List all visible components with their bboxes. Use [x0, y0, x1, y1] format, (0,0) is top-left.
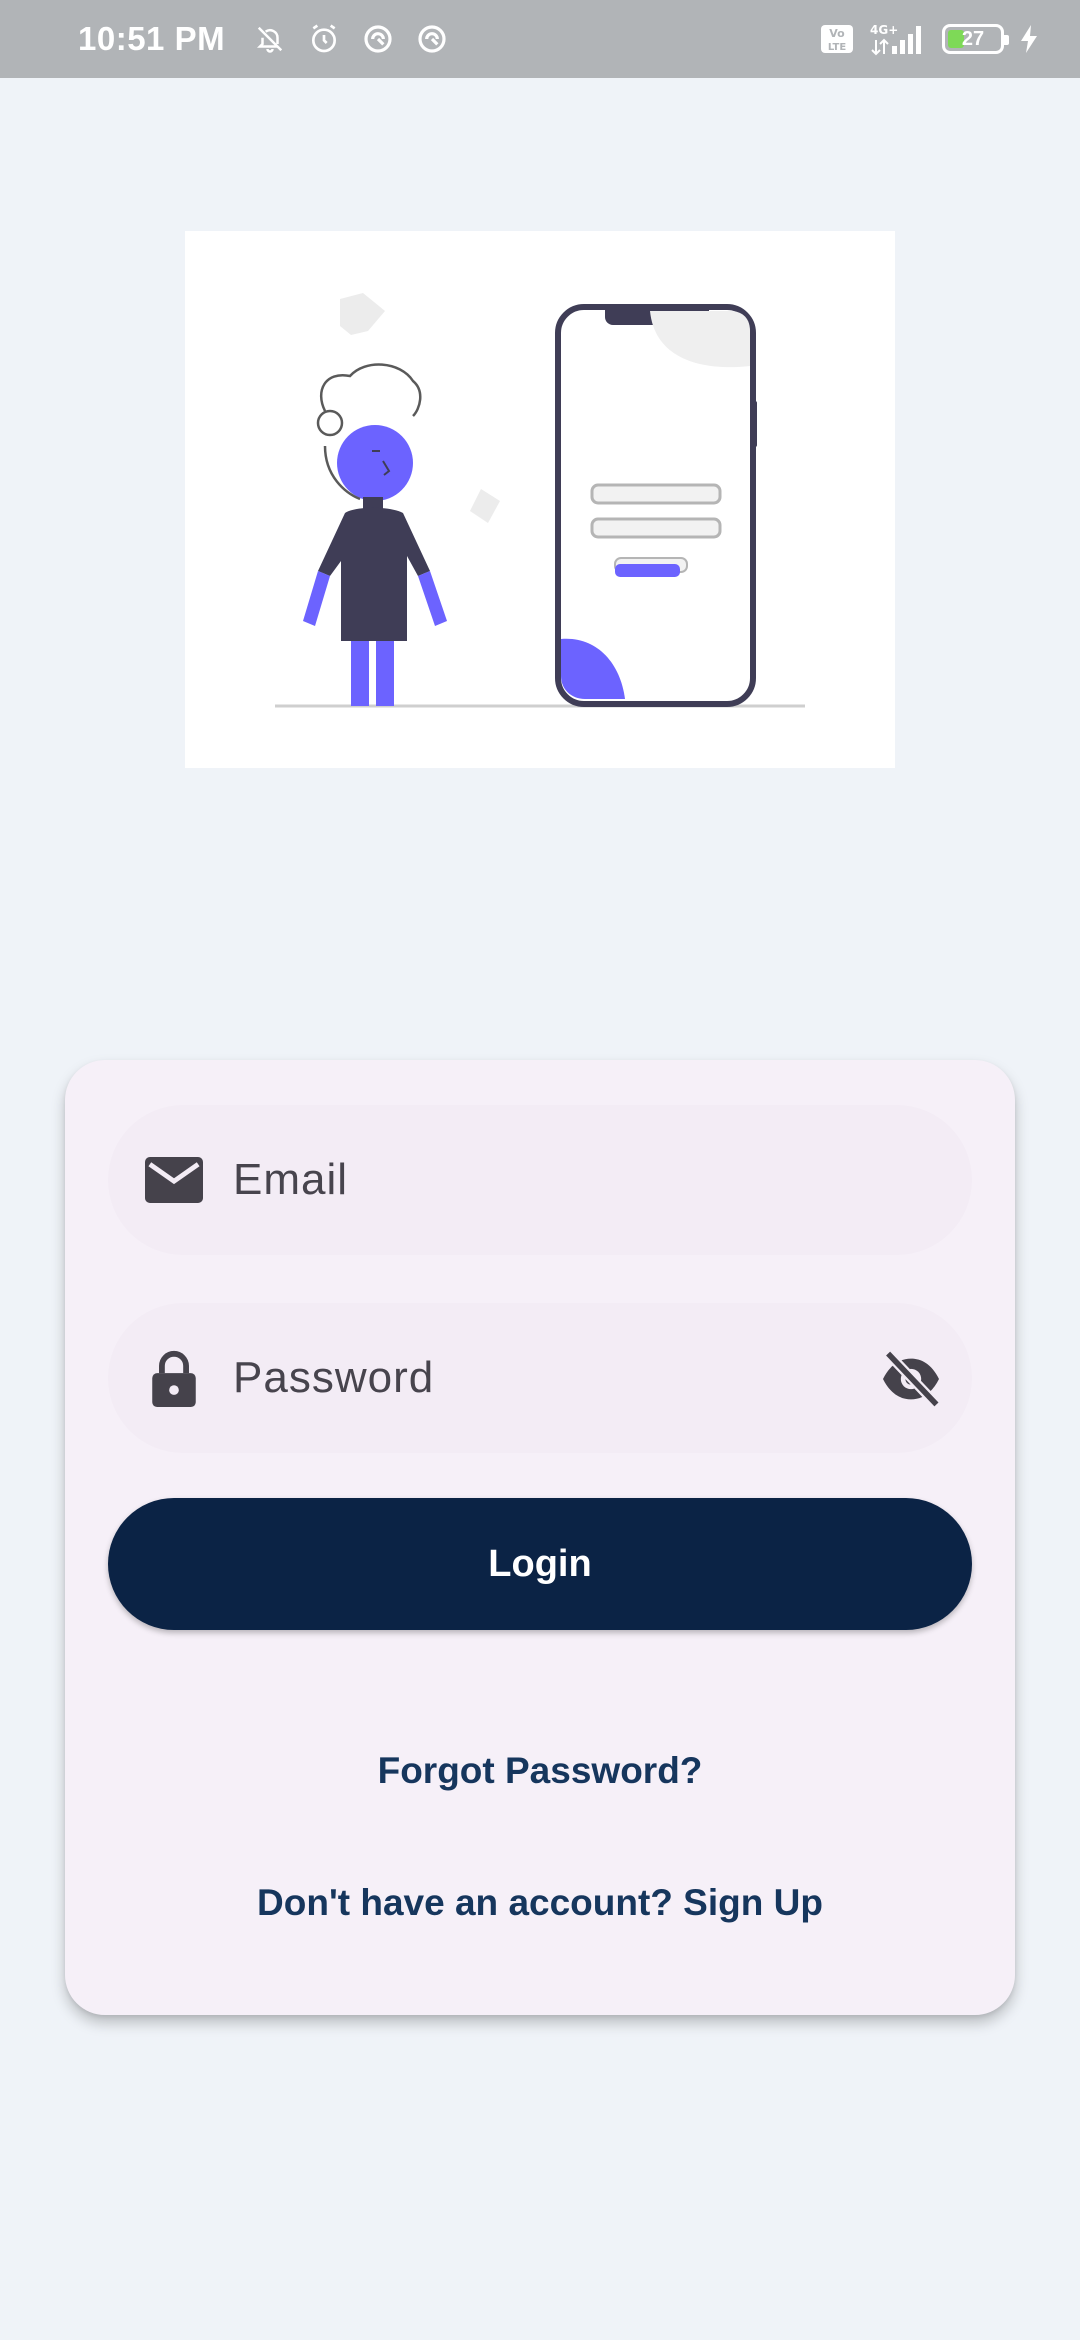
charging-icon [1018, 22, 1040, 56]
data-saver-icon [415, 22, 449, 56]
forgot-password-link[interactable]: Forgot Password? [65, 1750, 1015, 1792]
status-bar: 10:51 PM Vo LTE 4G+ 27 [0, 0, 1080, 78]
login-button[interactable]: Login [108, 1498, 972, 1630]
mail-icon [145, 1151, 203, 1209]
svg-text:LTE: LTE [828, 42, 847, 53]
login-illustration [185, 231, 895, 768]
svg-text:Vo: Vo [829, 27, 845, 40]
decor-diamond [470, 489, 500, 523]
battery-icon: 27 [942, 24, 1009, 54]
login-card: Login Forgot Password? Don't have an acc… [65, 1060, 1015, 2015]
bell-off-icon [253, 22, 287, 56]
phone-graphic [555, 304, 757, 707]
password-field[interactable] [108, 1303, 972, 1453]
email-field[interactable] [108, 1105, 972, 1255]
person-graphic [303, 363, 447, 706]
email-input[interactable] [233, 1155, 833, 1205]
alarm-icon [307, 22, 341, 56]
sign-up-link[interactable]: Don't have an account? Sign Up [65, 1882, 1015, 1924]
eye-off-icon[interactable] [880, 1348, 942, 1410]
password-input[interactable] [233, 1353, 833, 1403]
status-time: 10:51 PM [78, 20, 226, 57]
battery-cap [1004, 35, 1009, 45]
data-saver-icon [361, 22, 395, 56]
network-type: 4G+ [870, 23, 898, 37]
signal-icon: 4G+ [868, 22, 928, 56]
battery-level: 27 [961, 27, 985, 50]
decor-shape [340, 293, 385, 335]
status-left: 10:51 PM [78, 20, 449, 58]
lock-icon [145, 1349, 203, 1407]
volte-icon: Vo LTE [820, 22, 854, 56]
status-right: Vo LTE 4G+ 27 [820, 22, 1040, 56]
